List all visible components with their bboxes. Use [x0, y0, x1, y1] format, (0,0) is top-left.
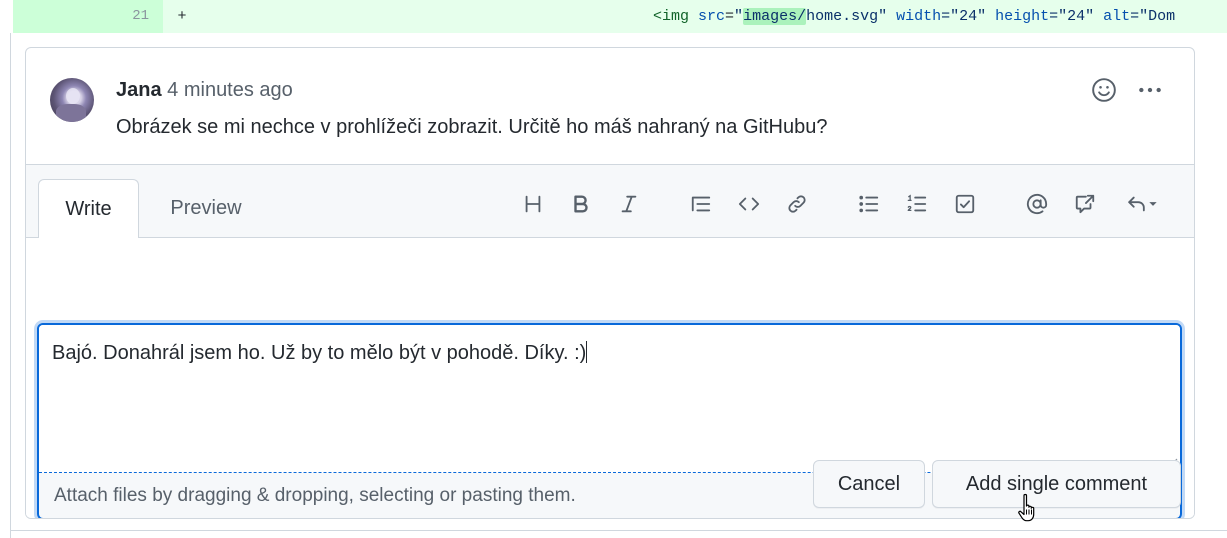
link-icon[interactable]	[782, 189, 812, 219]
diff-line: 21 + <img src="images/home.svg" width="2…	[13, 0, 1227, 33]
bold-icon[interactable]	[566, 189, 596, 219]
code-icon[interactable]	[734, 189, 764, 219]
attach-files-hint[interactable]: Attach files by dragging & dropping, sel…	[54, 485, 576, 507]
comment-timestamp[interactable]: 4 minutes ago	[167, 79, 293, 101]
cancel-button[interactable]: Cancel	[813, 460, 925, 508]
code-src-rest: home.svg"	[806, 8, 888, 25]
code-width-val: ="24"	[941, 8, 987, 25]
code-attr-width: width	[887, 8, 942, 25]
code-quote: "	[734, 8, 744, 25]
code-tag: <img	[653, 8, 699, 25]
hand-pointer-icon	[1018, 493, 1035, 522]
comment-header: Jana 4 minutes ago Obrázek se mi nechce …	[26, 48, 1194, 165]
avatar[interactable]	[50, 78, 94, 122]
smiley-icon[interactable]	[1090, 76, 1118, 104]
quote-icon[interactable]	[686, 189, 716, 219]
diff-sign: +	[177, 8, 187, 25]
code-attr-src: src	[698, 8, 726, 25]
italic-icon[interactable]	[614, 189, 644, 219]
saved-reply-icon[interactable]	[1120, 189, 1164, 219]
cross-reference-icon[interactable]	[1070, 189, 1100, 219]
comment-body: Obrázek se mi nechce v prohlížeči zobraz…	[116, 116, 828, 138]
comment-meta: Jana 4 minutes ago	[116, 78, 293, 102]
tab-write[interactable]: Write	[38, 179, 139, 238]
add-single-comment-button[interactable]: Add single comment	[932, 460, 1181, 508]
comment-textarea[interactable]: Bajó. Donahrál jsem ho. Už by to mělo bý…	[39, 325, 1180, 473]
diff-code: <img src="images/home.svg" width="24" he…	[653, 8, 1175, 25]
unordered-list-icon[interactable]	[854, 189, 884, 219]
author-name[interactable]: Jana	[116, 79, 162, 101]
review-comment-box: Jana 4 minutes ago Obrázek se mi nechce …	[25, 47, 1195, 519]
code-alt-val: ="Dom	[1130, 8, 1176, 25]
ordered-list-icon[interactable]	[902, 189, 932, 219]
code-eq: =	[725, 8, 735, 25]
tab-preview[interactable]: Preview	[151, 179, 261, 237]
task-list-icon[interactable]	[950, 189, 980, 219]
code-highlight: images/	[743, 8, 807, 25]
outer-border-left	[10, 33, 11, 538]
code-attr-height: height	[986, 8, 1050, 25]
heading-icon[interactable]	[518, 189, 548, 219]
mention-icon[interactable]	[1022, 189, 1052, 219]
code-attr-alt: alt	[1094, 8, 1131, 25]
comment-input-text: Bajó. Donahrál jsem ho. Už by to mělo bý…	[52, 342, 587, 364]
code-height-val: ="24"	[1049, 8, 1095, 25]
outer-border-bottom	[10, 530, 1227, 531]
text-caret	[586, 341, 588, 363]
diff-line-number[interactable]: 21	[13, 0, 163, 33]
kebab-horizontal-icon[interactable]	[1136, 76, 1164, 104]
comment-editor: Write Preview Bajó. Donahrál jsem ho. Už…	[26, 164, 1194, 518]
